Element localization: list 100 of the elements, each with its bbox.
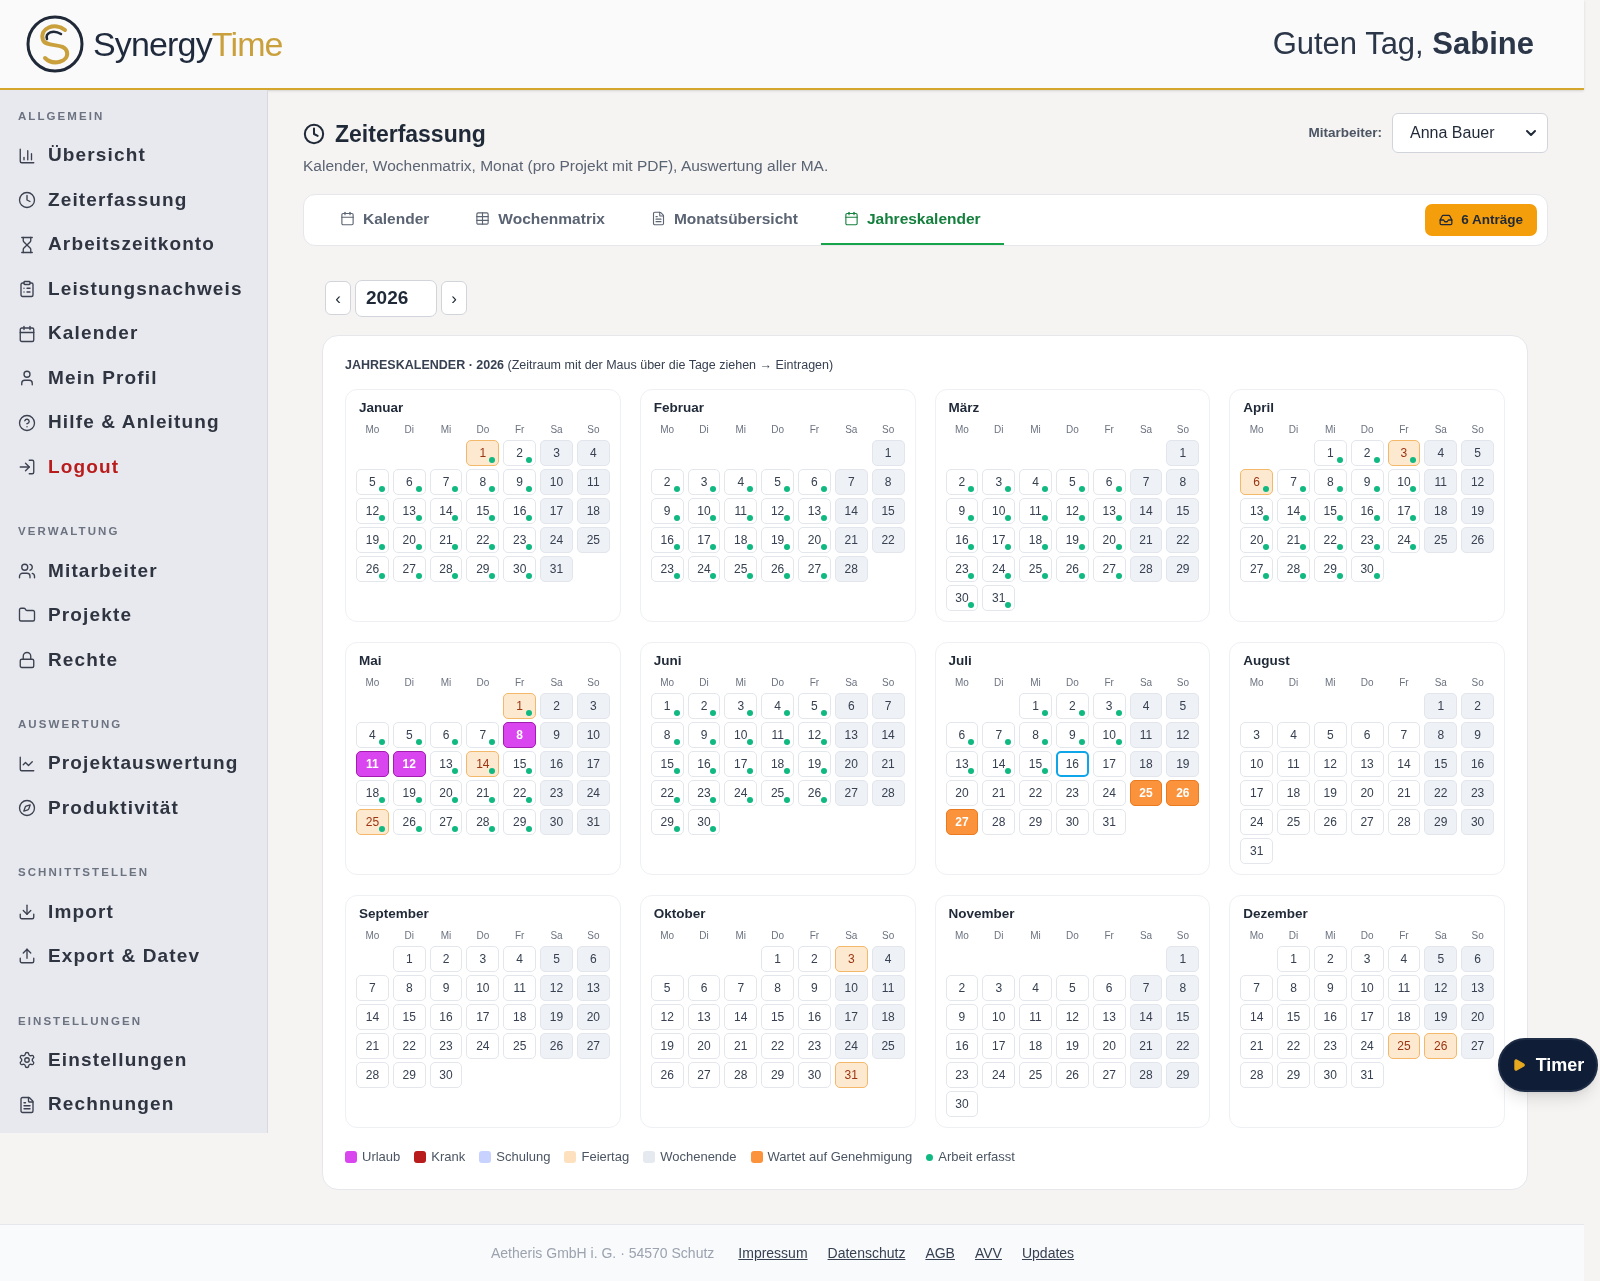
calendar-day[interactable]: 8 bbox=[1424, 722, 1458, 748]
calendar-day[interactable]: 5 bbox=[1424, 946, 1458, 973]
calendar-day[interactable]: 9 bbox=[429, 975, 463, 1002]
calendar-day[interactable]: 8 bbox=[650, 722, 684, 748]
calendar-day[interactable]: 17 bbox=[1092, 751, 1126, 777]
calendar-day[interactable]: 8 bbox=[1019, 722, 1052, 748]
calendar-day[interactable]: 28 bbox=[834, 555, 868, 582]
calendar-day[interactable]: 26 bbox=[1313, 809, 1347, 835]
calendar-day[interactable]: 29 bbox=[650, 809, 684, 835]
tab[interactable]: Kalender bbox=[317, 194, 453, 245]
calendar-day[interactable]: 8 bbox=[1166, 975, 1200, 1002]
calendar-day[interactable]: 15 bbox=[466, 497, 500, 524]
calendar-day[interactable]: 1 bbox=[761, 946, 795, 973]
calendar-day[interactable]: 23 bbox=[1055, 780, 1089, 806]
nav-link[interactable]: Logout bbox=[48, 452, 120, 482]
calendar-day[interactable]: 12 bbox=[1461, 468, 1494, 495]
calendar-day[interactable]: 24 bbox=[982, 1062, 1016, 1089]
calendar-day[interactable]: 1 bbox=[1166, 946, 1200, 973]
calendar-day[interactable]: 7 bbox=[834, 468, 868, 495]
calendar-day[interactable]: 6 bbox=[1461, 946, 1494, 973]
calendar-day[interactable]: 29 bbox=[1166, 1062, 1200, 1089]
calendar-day[interactable]: 4 bbox=[1129, 693, 1163, 719]
calendar-day[interactable]: 22 bbox=[1277, 1033, 1310, 1060]
calendar-day[interactable]: 5 bbox=[392, 722, 426, 748]
calendar-day[interactable]: 7 bbox=[356, 975, 389, 1002]
calendar-day[interactable]: 16 bbox=[798, 1004, 831, 1031]
footer-link[interactable]: AGB bbox=[925, 1242, 955, 1264]
calendar-day[interactable]: 5 bbox=[1055, 468, 1089, 495]
calendar-day[interactable]: 17 bbox=[466, 1004, 500, 1031]
tab[interactable]: Wochenmatrix bbox=[452, 194, 628, 245]
nav-link[interactable]: Zeiterfassung bbox=[48, 185, 188, 215]
calendar-day[interactable]: 18 bbox=[724, 526, 758, 553]
calendar-day[interactable]: 4 bbox=[761, 693, 795, 719]
calendar-day[interactable]: 3 bbox=[982, 468, 1016, 495]
calendar-day[interactable]: 11 bbox=[724, 497, 758, 524]
calendar-day[interactable]: 15 bbox=[650, 751, 684, 777]
calendar-day[interactable]: 1 bbox=[503, 693, 537, 719]
calendar-day[interactable]: 10 bbox=[687, 497, 721, 524]
calendar-day[interactable]: 15 bbox=[1424, 751, 1458, 777]
calendar-day[interactable]: 11 bbox=[1387, 975, 1421, 1002]
previous-year-button[interactable]: ‹ bbox=[325, 281, 351, 316]
calendar-day[interactable]: 12 bbox=[798, 722, 831, 748]
calendar-day[interactable]: 10 bbox=[1240, 751, 1274, 777]
calendar-day[interactable]: 4 bbox=[1019, 975, 1052, 1002]
calendar-day[interactable]: 15 bbox=[1313, 497, 1347, 524]
calendar-day[interactable]: 26 bbox=[356, 555, 389, 582]
calendar-day[interactable]: 5 bbox=[1461, 439, 1494, 466]
calendar-day[interactable]: 20 bbox=[945, 780, 979, 806]
calendar-day[interactable]: 29 bbox=[392, 1062, 426, 1089]
calendar-day[interactable]: 26 bbox=[392, 809, 426, 835]
calendar-day[interactable]: 4 bbox=[503, 946, 537, 973]
calendar-day[interactable]: 9 bbox=[945, 497, 979, 524]
calendar-day[interactable]: 17 bbox=[982, 1033, 1016, 1060]
calendar-day[interactable]: 9 bbox=[1461, 722, 1494, 748]
calendar-day[interactable]: 6 bbox=[1350, 722, 1384, 748]
calendar-day[interactable]: 21 bbox=[1387, 780, 1421, 806]
calendar-day[interactable]: 31 bbox=[576, 809, 610, 835]
calendar-day[interactable]: 23 bbox=[798, 1033, 831, 1060]
calendar-day[interactable]: 18 bbox=[1019, 526, 1052, 553]
calendar-day[interactable]: 1 bbox=[1166, 439, 1200, 466]
calendar-day[interactable]: 3 bbox=[982, 975, 1016, 1002]
calendar-day[interactable]: 1 bbox=[650, 693, 684, 719]
calendar-day[interactable]: 22 bbox=[1166, 526, 1200, 553]
calendar-day[interactable]: 7 bbox=[724, 975, 758, 1002]
calendar-day[interactable]: 2 bbox=[1313, 946, 1347, 973]
calendar-day[interactable]: 27 bbox=[1092, 1062, 1126, 1089]
calendar-day[interactable]: 13 bbox=[1092, 497, 1126, 524]
calendar-day[interactable]: 29 bbox=[1019, 809, 1052, 835]
calendar-day[interactable]: 8 bbox=[1313, 468, 1347, 495]
calendar-day[interactable]: 17 bbox=[540, 497, 573, 524]
calendar-day[interactable]: 21 bbox=[356, 1033, 389, 1060]
calendar-day[interactable]: 30 bbox=[1461, 809, 1494, 835]
calendar-day[interactable]: 17 bbox=[982, 526, 1016, 553]
calendar-day[interactable]: 5 bbox=[1055, 975, 1089, 1002]
calendar-day[interactable]: 27 bbox=[1092, 555, 1126, 582]
calendar-day[interactable]: 23 bbox=[429, 1033, 463, 1060]
calendar-day[interactable]: 21 bbox=[1129, 526, 1163, 553]
calendar-day[interactable]: 28 bbox=[1240, 1062, 1274, 1089]
calendar-day[interactable]: 2 bbox=[945, 975, 979, 1002]
calendar-day[interactable]: 11 bbox=[871, 975, 905, 1002]
calendar-day[interactable]: 12 bbox=[1055, 497, 1089, 524]
calendar-day[interactable]: 19 bbox=[540, 1004, 573, 1031]
calendar-day[interactable]: 22 bbox=[503, 780, 537, 806]
calendar-day[interactable]: 10 bbox=[1387, 468, 1421, 495]
calendar-day[interactable]: 24 bbox=[1387, 526, 1421, 553]
calendar-day[interactable]: 20 bbox=[1092, 526, 1126, 553]
nav-link[interactable]: Projektauswertung bbox=[48, 749, 239, 778]
calendar-day[interactable]: 4 bbox=[1277, 722, 1310, 748]
calendar-day[interactable]: 21 bbox=[871, 751, 905, 777]
calendar-day[interactable]: 11 bbox=[1424, 468, 1458, 495]
calendar-day[interactable]: 29 bbox=[1166, 555, 1200, 582]
calendar-day[interactable]: 28 bbox=[356, 1062, 389, 1089]
calendar-day[interactable]: 3 bbox=[1350, 946, 1384, 973]
calendar-day[interactable]: 1 bbox=[1019, 693, 1052, 719]
calendar-day[interactable]: 20 bbox=[429, 780, 463, 806]
calendar-day[interactable]: 23 bbox=[945, 1062, 979, 1089]
calendar-day[interactable]: 30 bbox=[945, 1091, 979, 1118]
calendar-day[interactable]: 13 bbox=[798, 497, 831, 524]
calendar-day[interactable]: 13 bbox=[1461, 975, 1494, 1002]
calendar-day[interactable]: 9 bbox=[503, 468, 537, 495]
